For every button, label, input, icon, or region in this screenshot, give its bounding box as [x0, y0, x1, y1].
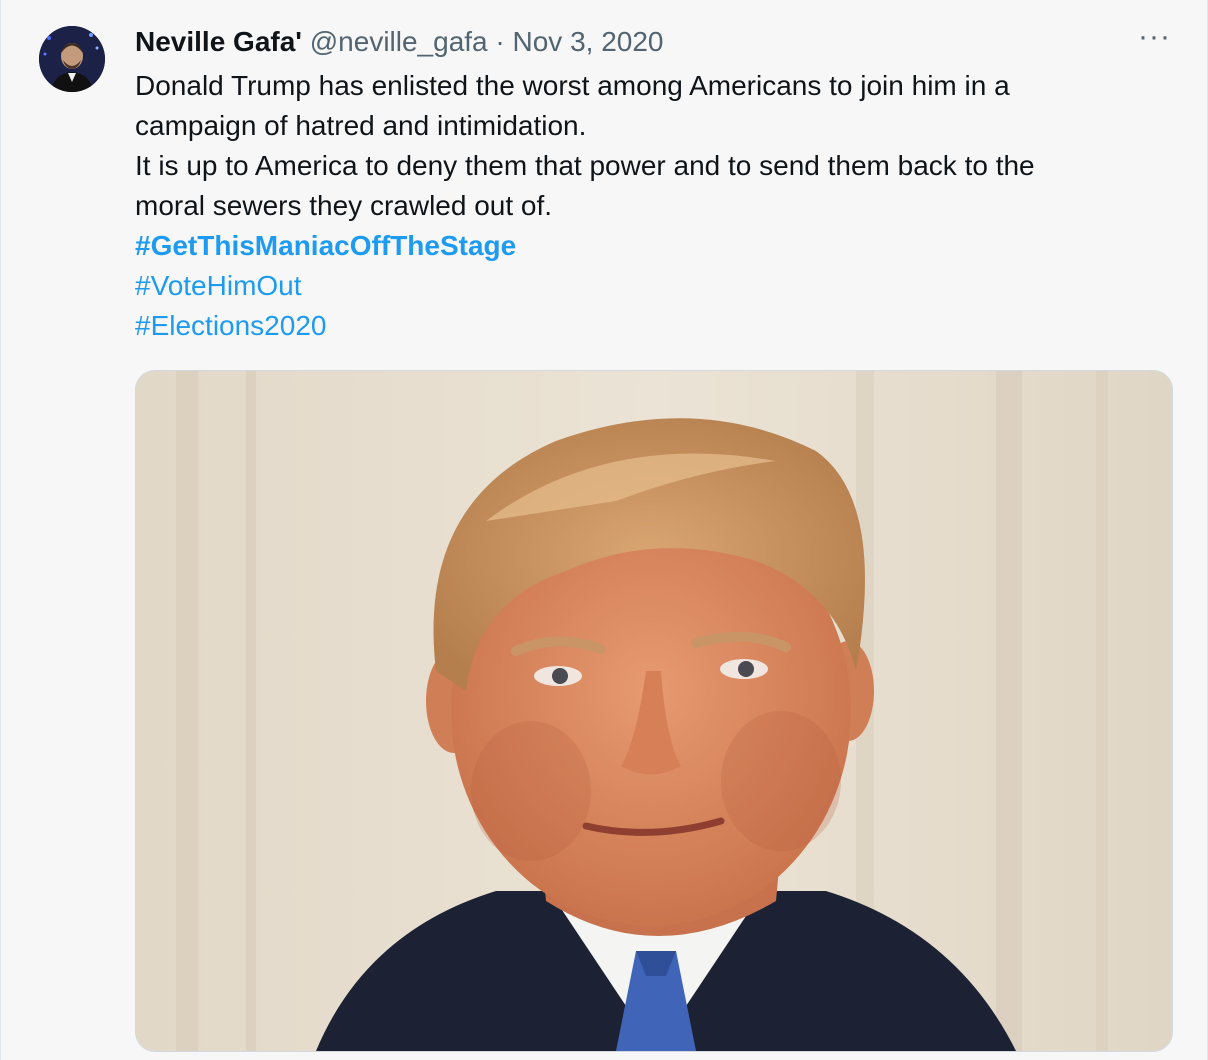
- tweet-text-line: Donald Trump has enlisted the worst amon…: [135, 70, 1010, 101]
- portrait-photo: [136, 371, 1172, 1051]
- tweet-card[interactable]: ··· Neville Gafa' @neville_gafa · Nov 3,…: [0, 0, 1208, 1060]
- tweet-text-line: campaign of hatred and intimidation.: [135, 110, 587, 141]
- hashtag-link[interactable]: #VoteHimOut: [135, 266, 1175, 306]
- tweet-media-photo[interactable]: [135, 370, 1173, 1052]
- tweet-timestamp[interactable]: Nov 3, 2020: [513, 26, 664, 57]
- hashtag-link[interactable]: #Elections2020: [135, 306, 1175, 346]
- tweet-text: Donald Trump has enlisted the worst amon…: [135, 66, 1175, 346]
- author-handle[interactable]: @neville_gafa: [310, 26, 488, 57]
- author-name[interactable]: Neville Gafa': [135, 26, 302, 57]
- avatar[interactable]: [39, 26, 105, 92]
- tweet-text-line: It is up to America to deny them that po…: [135, 150, 1035, 181]
- more-options-icon[interactable]: ···: [1138, 22, 1171, 52]
- tweet-text-line: moral sewers they crawled out of.: [135, 190, 553, 221]
- tweet-header: Neville Gafa' @neville_gafa · Nov 3, 202…: [135, 24, 664, 60]
- avatar-image: [39, 26, 105, 92]
- header-separator: ·: [495, 26, 505, 57]
- hashtag-link[interactable]: #GetThisManiacOffTheStage: [135, 226, 1175, 266]
